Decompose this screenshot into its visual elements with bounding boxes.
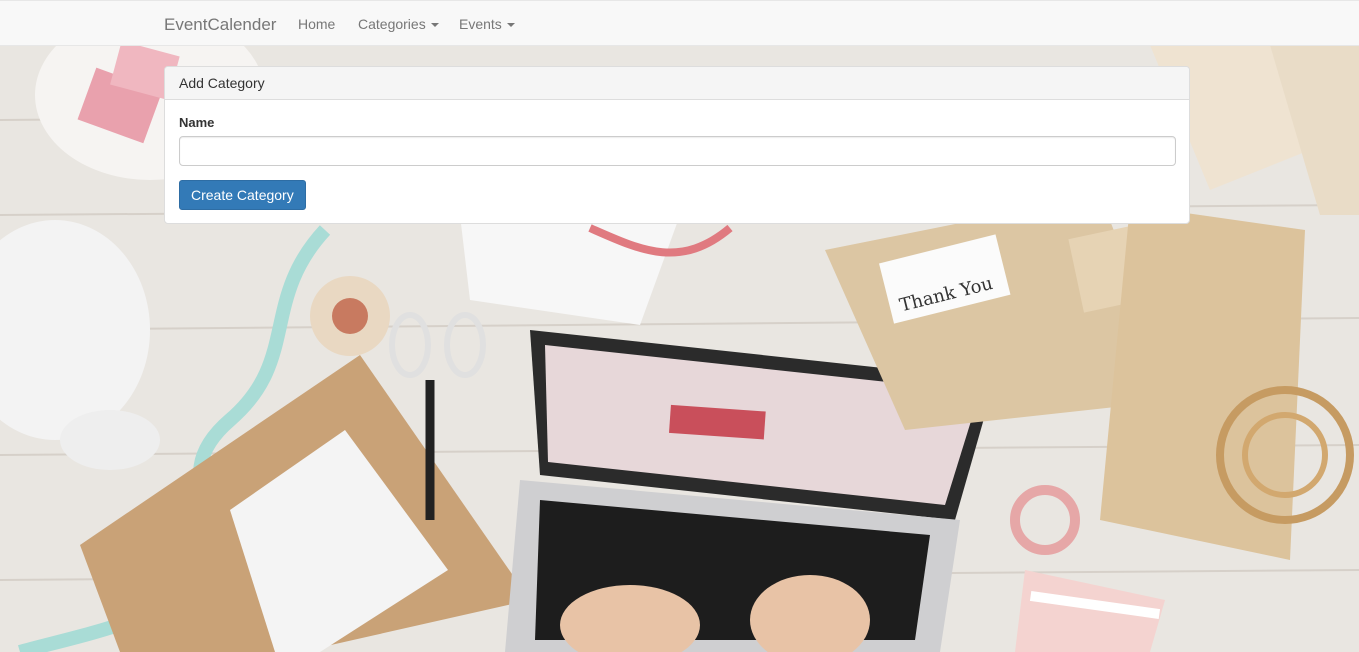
nav-home[interactable]: Home	[298, 16, 335, 32]
add-category-panel: Add Category Name Create Category	[164, 66, 1190, 224]
top-navbar: EventCalender Home Categories Events	[0, 0, 1359, 46]
nav-events-label: Events	[459, 16, 502, 32]
nav-categories-dropdown[interactable]: Categories	[358, 16, 439, 32]
caret-down-icon	[430, 23, 439, 28]
nav-categories-label: Categories	[358, 16, 426, 32]
nav-home-label: Home	[298, 16, 336, 32]
nav-events-dropdown[interactable]: Events	[459, 16, 515, 32]
category-name-input[interactable]	[179, 136, 1176, 166]
caret-down-icon	[506, 23, 515, 28]
brand-link[interactable]: EventCalender	[164, 15, 276, 35]
panel-heading: Add Category	[165, 67, 1189, 100]
create-category-button[interactable]: Create Category	[179, 180, 306, 210]
name-label: Name	[179, 115, 215, 130]
